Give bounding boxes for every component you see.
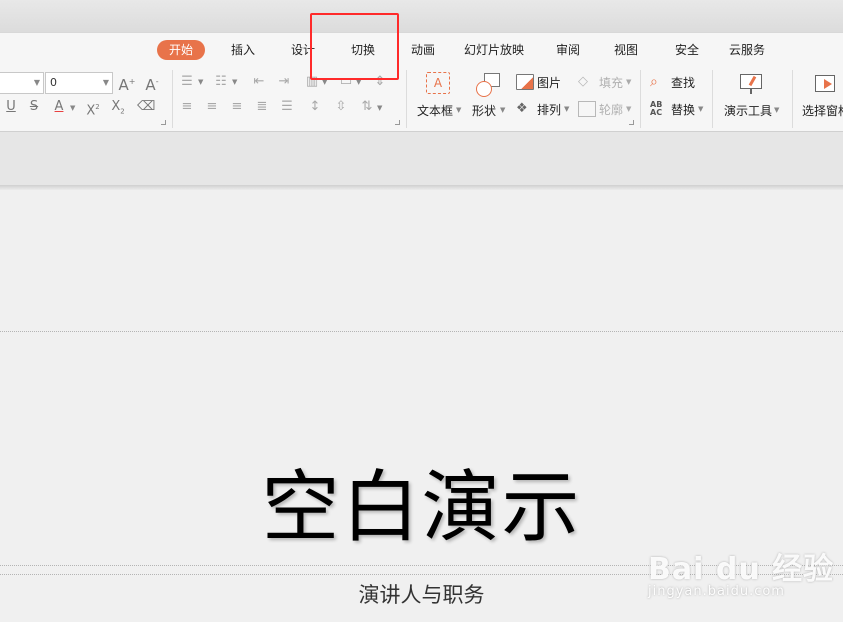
text-box-button[interactable]: 文本框 xyxy=(417,102,453,119)
chevron-down-icon: ▼ xyxy=(456,106,462,114)
bullet-list-icon[interactable]: ☰ xyxy=(178,74,196,90)
replace-icon: AB AC xyxy=(650,100,663,117)
justify-icon[interactable]: ≣ xyxy=(253,99,271,115)
chevron-down-icon: ▼ xyxy=(33,78,40,87)
chevron-down-icon: ▼ xyxy=(626,105,632,113)
chevron-down-icon: ▼ xyxy=(102,78,109,87)
group-separator xyxy=(712,70,713,128)
spacing-options-icon[interactable]: ⇅ xyxy=(358,99,376,115)
find-button[interactable]: ⌕ 查找 xyxy=(650,72,695,92)
subscript-icon[interactable]: X2 xyxy=(109,99,127,116)
shape-button[interactable]: 形状 xyxy=(472,102,496,119)
fill-button[interactable]: ◇ 填充 ▼ xyxy=(578,72,631,92)
replace-label: 替换 xyxy=(671,102,696,117)
slide-canvas[interactable]: 空白演示 演讲人与职务 xyxy=(0,190,843,622)
tab-review[interactable]: 审阅 xyxy=(556,40,580,60)
font-color-icon[interactable]: A xyxy=(50,99,68,115)
superscript-icon[interactable]: X2 xyxy=(84,99,102,118)
align-right-icon[interactable]: ≡ xyxy=(228,99,246,115)
find-label: 查找 xyxy=(671,75,696,90)
tab-transition[interactable]: 切换 xyxy=(351,40,375,60)
increase-indent-icon[interactable]: ⇥ xyxy=(275,74,293,90)
chevron-down-icon: ▼ xyxy=(774,106,780,114)
arrange-button[interactable]: ❖ 排列 ▼ xyxy=(516,99,569,119)
chevron-down-icon: ▼ xyxy=(322,78,328,86)
presentation-tools-button[interactable]: 演示工具 xyxy=(724,102,772,119)
font-name-combo[interactable]: ▼ xyxy=(0,72,44,94)
underline-icon[interactable]: U xyxy=(2,99,20,115)
slide-title[interactable]: 空白演示 xyxy=(0,460,843,556)
tab-cloud-service[interactable]: 云服务 xyxy=(729,40,765,60)
picture-label: 图片 xyxy=(537,75,562,90)
tab-home[interactable]: 开始 xyxy=(157,40,206,60)
text-direction-icon[interactable]: ⇕ xyxy=(371,74,389,90)
distribute-icon[interactable]: ☰ xyxy=(278,99,296,115)
workspace-gap xyxy=(0,132,843,188)
outline-icon xyxy=(578,101,596,117)
search-icon: ⌕ xyxy=(650,74,658,90)
presentation-tools-icon[interactable] xyxy=(739,73,763,95)
arrange-label: 排列 xyxy=(537,102,562,117)
placeholder-border xyxy=(0,565,843,566)
dialog-launcher-icon[interactable] xyxy=(395,120,400,125)
ribbon-toolbar: ▼ 0 ▼ A+ A- U S A ▼ X2 X2 ⌫ ☰ ▼ ☷ ▼ ⇤ ⇥ … xyxy=(0,66,843,132)
chevron-down-icon: ▼ xyxy=(356,78,362,86)
font-size-combo[interactable]: 0 ▼ xyxy=(45,72,113,94)
dialog-launcher-icon[interactable] xyxy=(161,120,166,125)
shape-icon[interactable] xyxy=(476,73,502,97)
align-left-icon[interactable]: ≡ xyxy=(178,99,196,115)
strikethrough-icon[interactable]: S xyxy=(25,99,43,115)
chevron-down-icon: ▼ xyxy=(500,106,506,114)
fill-bucket-icon: ◇ xyxy=(578,74,588,89)
tab-design[interactable]: 设计 xyxy=(291,40,315,60)
dialog-launcher-icon[interactable] xyxy=(629,120,634,125)
tab-animation[interactable]: 动画 xyxy=(411,40,435,60)
chevron-down-icon: ▼ xyxy=(698,105,704,113)
outline-button[interactable]: 轮廓 ▼ xyxy=(578,99,631,119)
picture-button[interactable]: 图片 xyxy=(516,72,561,92)
text-box-icon[interactable]: A xyxy=(426,72,450,94)
slide-subtitle[interactable]: 演讲人与职务 xyxy=(0,579,843,609)
group-separator xyxy=(406,70,407,128)
tab-insert[interactable]: 插入 xyxy=(231,40,255,60)
fill-label: 填充 xyxy=(599,75,624,90)
placeholder-border xyxy=(0,574,843,575)
layers-icon: ❖ xyxy=(516,101,528,116)
selection-pane-icon[interactable] xyxy=(815,73,839,95)
tab-view[interactable]: 视图 xyxy=(614,40,638,60)
selection-pane-button[interactable]: 选择窗格 xyxy=(802,102,843,119)
decrease-indent-icon[interactable]: ⇤ xyxy=(250,74,268,90)
text-box-align-icon[interactable]: ▭ xyxy=(337,74,355,90)
chevron-down-icon: ▼ xyxy=(377,104,383,112)
line-spacing-icon[interactable]: ↕ xyxy=(306,99,324,115)
chevron-down-icon: ▼ xyxy=(198,78,204,86)
outline-label: 轮廓 xyxy=(599,102,624,117)
chevron-down-icon: ▼ xyxy=(70,104,76,112)
chevron-down-icon: ▼ xyxy=(626,78,632,86)
group-separator xyxy=(172,70,173,128)
title-strip xyxy=(0,0,843,32)
placeholder-border xyxy=(0,331,843,332)
tab-slideshow[interactable]: 幻灯片放映 xyxy=(464,40,524,60)
numbered-list-icon[interactable]: ☷ xyxy=(212,74,230,90)
picture-icon xyxy=(516,74,534,90)
tab-security[interactable]: 安全 xyxy=(675,40,699,60)
columns-icon[interactable]: ▥ xyxy=(303,74,321,90)
ribbon-tab-bar: 开始 插入 设计 切换 动画 幻灯片放映 审阅 视图 安全 云服务 xyxy=(0,32,843,66)
align-center-icon[interactable]: ≡ xyxy=(203,99,221,115)
chevron-down-icon: ▼ xyxy=(564,105,570,113)
paragraph-spacing-icon[interactable]: ⇳ xyxy=(332,99,350,115)
group-separator xyxy=(640,70,641,128)
font-size-value: 0 xyxy=(50,76,57,89)
chevron-down-icon: ▼ xyxy=(232,78,238,86)
decrease-font-icon[interactable]: A- xyxy=(143,74,161,93)
wps-presentation-window: 开始 插入 设计 切换 动画 幻灯片放映 审阅 视图 安全 云服务 ▼ 0 ▼ … xyxy=(0,0,843,622)
eraser-icon[interactable]: ⌫ xyxy=(137,99,155,115)
replace-button[interactable]: AB AC 替换 ▼ xyxy=(650,99,703,119)
group-separator xyxy=(792,70,793,128)
increase-font-icon[interactable]: A+ xyxy=(118,74,136,93)
